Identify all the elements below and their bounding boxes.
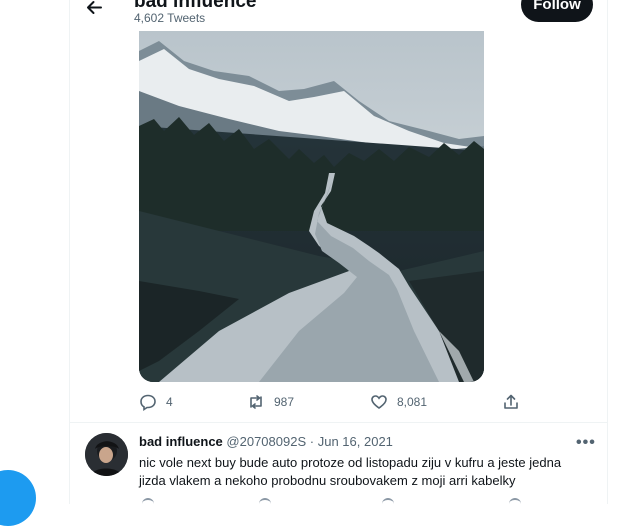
- tweet-photo[interactable]: [139, 31, 484, 382]
- arrow-left-icon: [87, 1, 102, 14]
- share-icon-partial[interactable]: [509, 498, 521, 508]
- reply-header: bad influence @20708092S · Jun 16, 2021: [139, 434, 393, 449]
- retweet-button[interactable]: 987: [247, 393, 294, 411]
- mountain-road-photo: [139, 31, 484, 382]
- reply-author-name[interactable]: bad influence: [139, 434, 223, 449]
- follow-button[interactable]: Follow: [521, 0, 593, 22]
- reply-actions-partial: [139, 498, 529, 508]
- reply-icon-partial[interactable]: [142, 498, 154, 508]
- avatar[interactable]: [85, 433, 128, 476]
- reply-button[interactable]: 4: [139, 393, 173, 411]
- share-icon: [504, 394, 518, 409]
- timeline-right-border: [607, 0, 608, 504]
- heart-icon-partial[interactable]: [382, 498, 394, 508]
- tweet-actions: 4 987 8,081: [139, 393, 529, 413]
- like-button[interactable]: 8,081: [370, 393, 427, 411]
- share-button[interactable]: [502, 393, 520, 411]
- reply-author-handle[interactable]: @20708092S: [226, 434, 306, 449]
- tweet-count: 4,602 Tweets: [134, 11, 206, 25]
- heart-icon: [371, 395, 387, 409]
- like-count: 8,081: [397, 395, 428, 409]
- reply-date[interactable]: Jun 16, 2021: [318, 434, 393, 449]
- tweet-divider: [70, 422, 607, 423]
- reply-text: nic vole next buy bude auto protoze od l…: [139, 455, 562, 488]
- retweet-count: 987: [274, 395, 295, 409]
- back-button[interactable]: [85, 0, 105, 16]
- compose-tweet-button[interactable]: [0, 470, 36, 526]
- reply-count: 4: [166, 395, 173, 409]
- retweet-icon: [250, 395, 262, 409]
- timeline-left-border: [69, 0, 70, 504]
- retweet-icon-partial[interactable]: [259, 498, 271, 508]
- more-icon[interactable]: •••: [576, 434, 596, 452]
- reply-separator: ·: [309, 434, 315, 449]
- avatar-image: [85, 433, 128, 476]
- reply-icon: [140, 394, 156, 411]
